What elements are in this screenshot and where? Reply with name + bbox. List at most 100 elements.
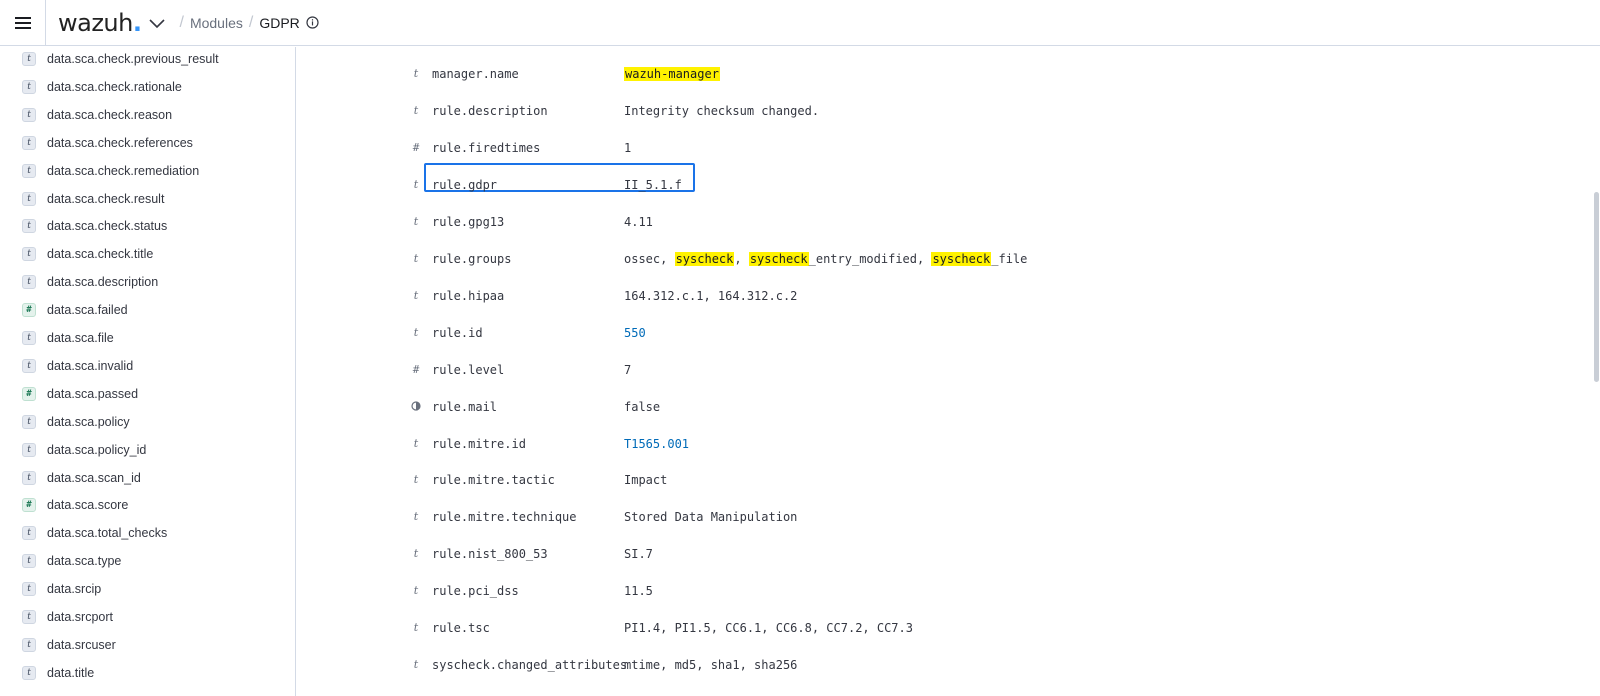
document-detail: t manager.name wazuh-manager t rule.descript… [297, 47, 1600, 696]
field-name: rule.firedtimes [432, 140, 541, 155]
field-name: rule.mitre.tactic [432, 473, 555, 488]
document-field-row: t rule.mitre.id T1565.001 [297, 425, 1577, 462]
value-text: _file [991, 251, 1028, 266]
string-type-icon: t [22, 526, 36, 541]
value-text: 550 [624, 325, 646, 340]
sidebar-field-item[interactable]: t data.sca.policy_id [0, 436, 295, 464]
sidebar-field-item[interactable]: t data.sca.file [0, 324, 295, 352]
sidebar-field-item[interactable]: t data.title [0, 659, 295, 687]
sidebar-field-item[interactable]: t data.srcport [0, 603, 295, 631]
sidebar-field-item[interactable]: t data.sca.policy [0, 408, 295, 436]
document-field-row: t rule.id 550 [297, 314, 1577, 351]
sidebar-field-item[interactable]: # data.sca.failed [0, 296, 295, 324]
sidebar-field-label: data.sca.check.reason [47, 107, 173, 122]
sidebar-field-item[interactable]: t data.sca.total_checks [0, 519, 295, 547]
value-text: 11.5 [624, 584, 653, 599]
field-value-link[interactable]: T1565.001 [624, 437, 689, 451]
sidebar-field-item[interactable]: t data.srcuser [0, 631, 295, 659]
field-name: rule.mail [432, 399, 498, 414]
sidebar-field-item[interactable]: t data.sca.description [0, 268, 295, 296]
string-type-icon: t [22, 414, 36, 429]
breadcrumb-modules[interactable]: Modules [190, 15, 243, 31]
sidebar-field-label: data.sca.file [47, 331, 114, 345]
field-name: rule.hipaa [432, 288, 505, 303]
document-field-row: t rule.tsc PI1.4, PI1.5, CC6.1, CC6.8, CC7… [297, 609, 1577, 646]
field-list-sidebar: t data.sca.check.previous_result t data.sca… [0, 47, 296, 696]
boolean-type-icon [410, 400, 422, 414]
sidebar-field-item[interactable]: t data.sca.check.remediation [0, 157, 295, 185]
value-text: 1 [624, 140, 632, 155]
app-switcher-button[interactable] [149, 18, 166, 29]
field-name: rule.gpg13 [432, 214, 505, 229]
document-field-row: t manager.name wazuh-manager [297, 55, 1577, 92]
field-value: II_5.1.f [624, 178, 682, 192]
field-value: 11.5 [624, 584, 653, 598]
sidebar-field-label: data.sca.check.remediation [47, 163, 200, 178]
field-value: ossec, syscheck, syscheck_entry_modified… [624, 251, 1028, 266]
sidebar-field-item[interactable]: # data.sca.score [0, 491, 295, 519]
document-field-row: t rule.gdpr II_5.1.f [297, 166, 1577, 203]
sidebar-field-item[interactable]: # data.sca.passed [0, 380, 295, 408]
string-type-icon: t [413, 325, 419, 339]
string-type-icon: t [413, 214, 419, 228]
sidebar-field-label: data.sca.description [47, 275, 159, 290]
field-name: manager.name [432, 67, 519, 81]
sidebar-field-item[interactable]: t data.sca.check.previous_result [0, 47, 295, 73]
sidebar-field-item[interactable]: t data.sca.invalid [0, 352, 295, 380]
value-text: 164.312.c.1, 164.312.c.2 [624, 288, 798, 303]
string-type-icon: t [22, 135, 36, 150]
number-type-icon: # [412, 140, 420, 154]
field-value: Integrity checksum changed. [624, 104, 819, 118]
sidebar-field-label: data.sca.failed [47, 303, 128, 318]
field-value: wazuh-manager [624, 67, 720, 81]
document-field-row: t rule.hipaa 164.312.c.1, 164.312.c.2 [297, 277, 1577, 314]
sidebar-field-label: data.sca.invalid [47, 358, 134, 373]
field-name: rule.description [432, 103, 548, 118]
wazuh-logo[interactable]: wazuh. [58, 8, 142, 37]
breadcrumb-separator: / [248, 13, 254, 31]
chevron-down-icon [149, 18, 166, 28]
field-value-link[interactable]: 550 [624, 326, 646, 340]
field-value: Impact [624, 473, 667, 487]
field-value: false [624, 400, 660, 414]
value-text: 7 [624, 362, 632, 377]
document-field-row: t rule.description Integrity checksum chan… [297, 92, 1577, 129]
logo-text: wazuh [58, 8, 133, 37]
sidebar-field-item[interactable]: t data.sca.check.rationale [0, 73, 295, 101]
sidebar-field-item[interactable]: t data.sca.scan_id [0, 464, 295, 492]
sidebar-field-label: data.sca.check.status [47, 219, 168, 234]
sidebar-field-item[interactable]: t data.sca.check.result [0, 185, 295, 213]
sidebar-field-label: data.sca.check.title [47, 247, 154, 262]
menu-button[interactable] [0, 0, 46, 46]
sidebar-field-item[interactable]: t data.sca.check.reason [0, 101, 295, 129]
field-name: rule.gdpr [432, 177, 498, 192]
sidebar-field-label: data.sca.check.rationale [47, 79, 182, 94]
string-type-icon: t [22, 79, 36, 94]
info-icon[interactable] [306, 16, 319, 29]
number-type-icon: # [22, 303, 36, 318]
value-text: ossec, [624, 251, 675, 266]
breadcrumb: / Modules / GDPR [173, 13, 319, 32]
search-highlight: syscheck [931, 251, 992, 266]
scrollbar[interactable] [1592, 47, 1600, 696]
field-value: PI1.4, PI1.5, CC6.1, CC6.8, CC7.2, CC7.3 [624, 621, 913, 635]
string-type-icon: t [413, 584, 419, 598]
top-header: wazuh. / Modules / GDPR [0, 0, 1600, 46]
string-type-icon: t [413, 251, 419, 265]
string-type-icon: t [22, 331, 36, 345]
sidebar-field-item[interactable]: t data.srcip [0, 575, 295, 603]
scrollbar-thumb[interactable] [1594, 192, 1599, 382]
string-type-icon: t [413, 288, 419, 302]
sidebar-field-item[interactable]: t data.sca.type [0, 547, 295, 575]
field-value: 164.312.c.1, 164.312.c.2 [624, 289, 797, 303]
sidebar-field-item[interactable]: t data.sca.check.title [0, 240, 295, 268]
string-type-icon: t [22, 52, 36, 66]
number-type-icon: # [22, 386, 36, 401]
field-name: rule.groups [432, 251, 512, 266]
document-field-row: t rule.groups ossec, syscheck, syscheck_en… [297, 240, 1577, 277]
string-type-icon: t [22, 275, 36, 290]
sidebar-field-item[interactable]: t data.sca.check.status [0, 212, 295, 240]
sidebar-field-item[interactable]: t data.sca.check.references [0, 129, 295, 157]
string-type-icon: t [22, 442, 36, 457]
sidebar-field-label: data.sca.check.references [47, 135, 193, 150]
